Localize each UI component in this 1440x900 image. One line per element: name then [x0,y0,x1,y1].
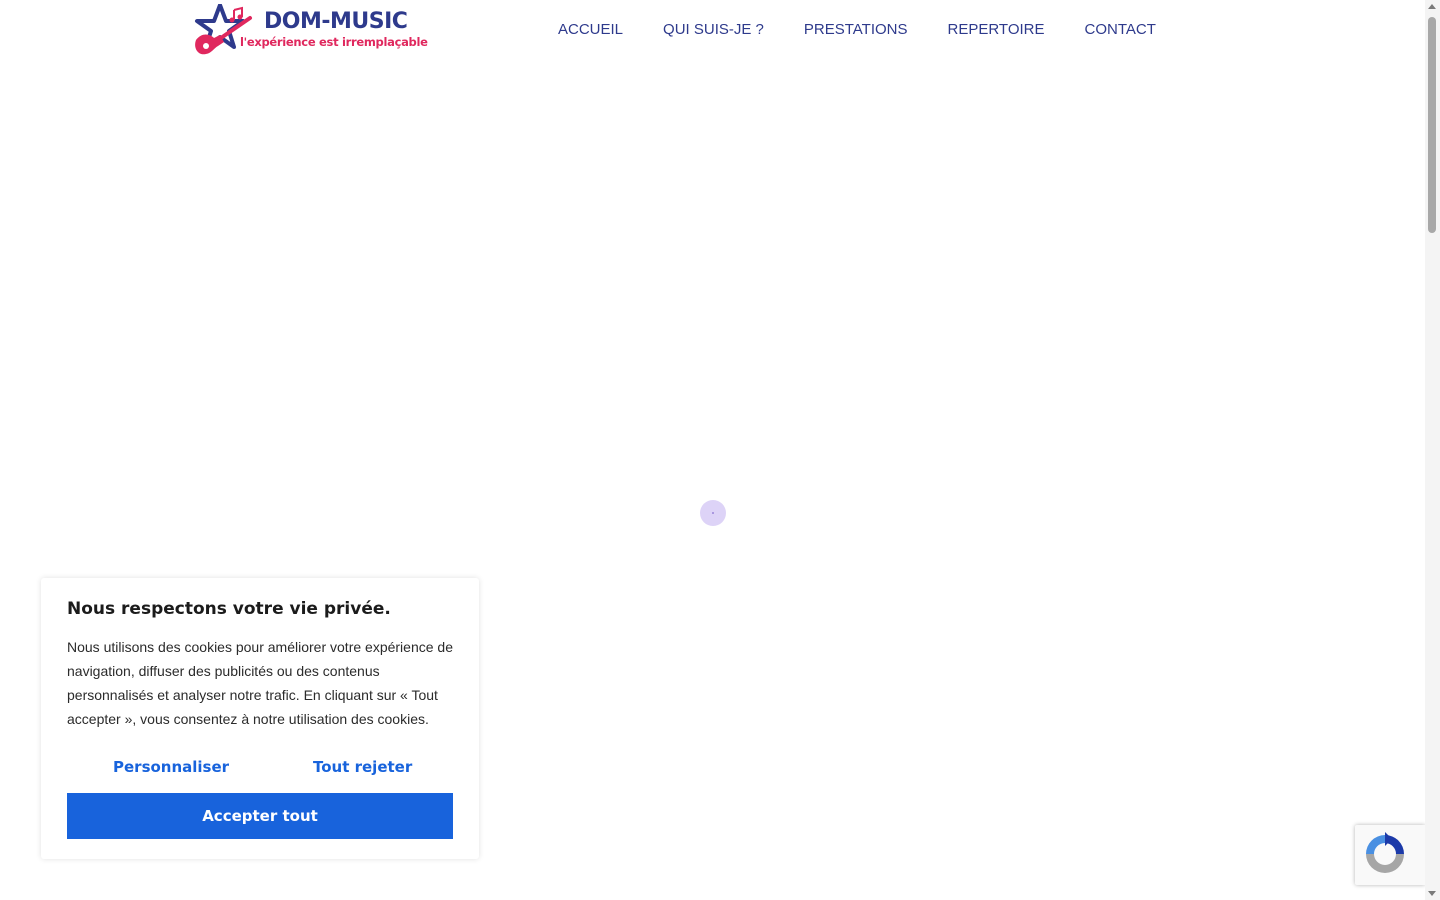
scroll-up-icon[interactable] [1428,4,1436,9]
nav-item-repertoire[interactable]: REPERTOIRE [948,21,1045,38]
cookie-description: Nous utilisons des cookies pour améliore… [67,639,453,727]
main-navigation: ACCUEIL QUI SUIS-JE ? PRESTATIONS REPERT… [558,21,1156,38]
recaptcha-icon [1366,832,1404,873]
nav-item-prestations[interactable]: PRESTATIONS [804,21,908,38]
site-logo[interactable]: DOM-MUSIC l'expérience est irremplaçable [190,4,430,58]
loading-spinner-icon [700,500,726,526]
scroll-down-icon[interactable] [1428,891,1436,896]
reject-all-button[interactable]: Tout rejeter [313,758,412,776]
scroll-thumb[interactable] [1428,17,1436,233]
star-guitar-logo-icon [195,4,252,55]
page-scrollbar[interactable] [1425,0,1440,900]
cookie-consent-banner: Nous respectons votre vie privée. Nous u… [41,578,479,859]
accept-all-button[interactable]: Accepter tout [67,793,453,839]
nav-item-qui-suis-je[interactable]: QUI SUIS-JE ? [663,21,764,38]
cookie-title: Nous respectons votre vie privée. [67,599,391,619]
loader-dot [712,512,714,514]
nav-item-accueil[interactable]: ACCUEIL [558,21,623,38]
recaptcha-badge[interactable] [1355,825,1425,885]
brand-name: DOM-MUSIC [264,9,408,34]
nav-item-contact[interactable]: CONTACT [1085,21,1156,38]
brand-tagline: l'expérience est irremplaçable [240,35,428,49]
page: DOM-MUSIC l'expérience est irremplaçable… [0,0,1440,900]
customize-button[interactable]: Personnaliser [113,758,229,776]
